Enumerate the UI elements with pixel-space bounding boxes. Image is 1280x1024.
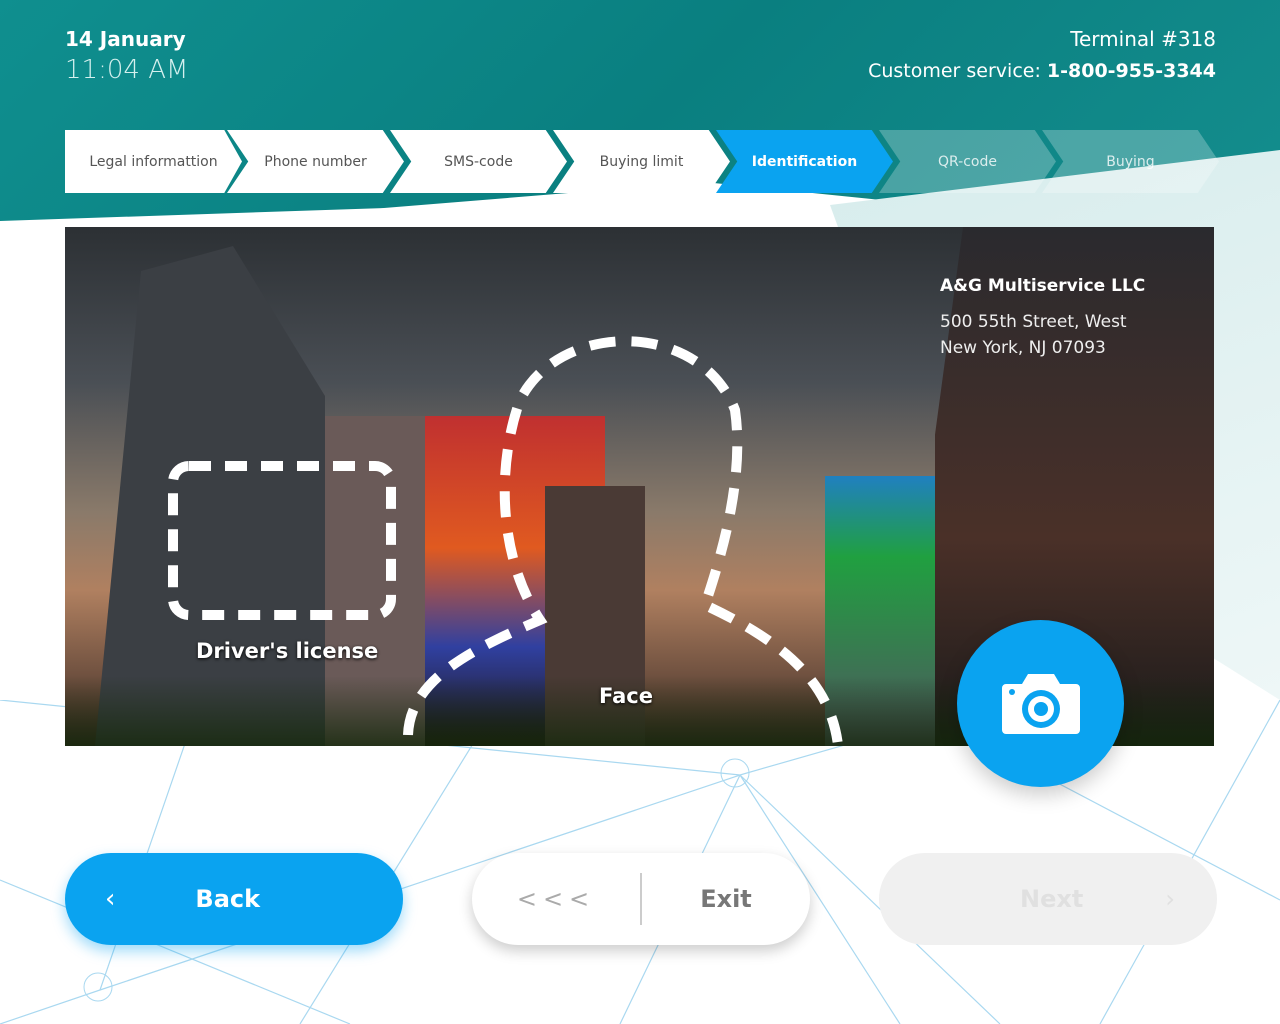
exit-arrows-icon: <<<	[516, 885, 596, 913]
exit-label: Exit	[700, 885, 752, 913]
license-frame	[168, 461, 396, 620]
back-button[interactable]: ‹ Back	[65, 853, 403, 945]
license-label: Driver's license	[196, 639, 379, 663]
chevron-left-icon: ‹	[105, 884, 116, 914]
next-button[interactable]: Next ›	[879, 853, 1217, 945]
address-line-2: New York, NJ 07093	[940, 338, 1106, 358]
exit-button[interactable]: <<< Exit	[472, 853, 810, 945]
capture-button[interactable]	[957, 620, 1124, 787]
address-line-1: 500 55th Street, West	[940, 312, 1127, 332]
chevron-right-icon: ›	[1165, 885, 1175, 913]
company-name: A&G Multiservice LLC	[940, 276, 1146, 296]
next-label: Next	[1020, 885, 1084, 913]
face-label: Face	[599, 684, 653, 708]
back-label: Back	[195, 885, 261, 913]
company-address: 500 55th Street, West New York, NJ 07093	[940, 309, 1127, 361]
camera-icon	[1001, 673, 1080, 734]
